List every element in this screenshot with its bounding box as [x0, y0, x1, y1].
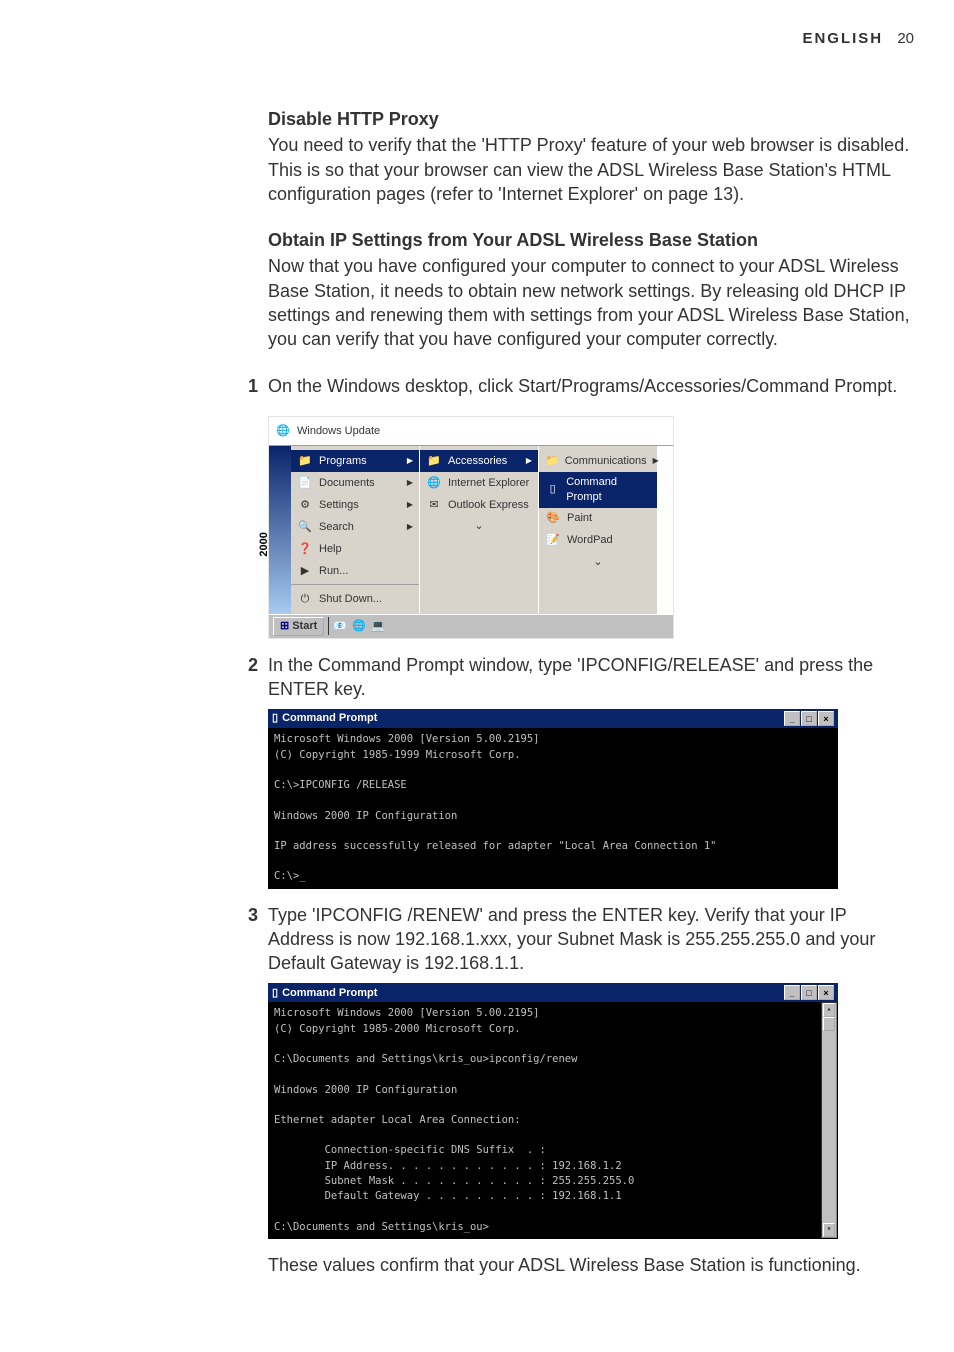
scrollbar[interactable]: ▴ ▾ — [821, 1002, 837, 1237]
step-1-text: On the Windows desktop, click Start/Prog… — [268, 374, 914, 398]
terminal-output[interactable]: Microsoft Windows 2000 [Version 5.00.219… — [268, 728, 838, 888]
menu-item-accessories[interactable]: 📁Accessories▶ — [420, 450, 538, 472]
menu-item-documents[interactable]: 📄Documents▶ — [291, 472, 419, 494]
terminal-icon: ▯ — [545, 482, 560, 498]
menu-item-settings[interactable]: ⚙Settings▶ — [291, 494, 419, 516]
menu-item-command-prompt[interactable]: ▯Command Prompt — [539, 472, 657, 508]
screenshot-start-menu: 🌐 Windows Update Windows 2000 Profession… — [268, 416, 674, 639]
screenshot-cmd-renew: ▯ Command Prompt _ □ × Microsoft Windows… — [268, 983, 838, 1238]
scroll-down-icon[interactable]: ▾ — [823, 1223, 835, 1237]
tray-icon[interactable]: 📧 — [333, 619, 348, 634]
menu-item-ie[interactable]: 🌐Internet Explorer — [420, 472, 538, 494]
run-icon: ▶ — [297, 563, 313, 579]
mail-icon: ✉ — [426, 497, 442, 513]
maximize-button[interactable]: □ — [801, 985, 817, 1000]
chevron-right-icon: ▶ — [407, 478, 413, 489]
scroll-up-icon[interactable]: ▴ — [823, 1003, 835, 1017]
menu-item-outlook[interactable]: ✉Outlook Express — [420, 494, 538, 516]
menu-expand[interactable]: ⌄ — [539, 552, 657, 573]
language-label: ENGLISH — [802, 30, 883, 47]
ie-icon: 🌐 — [426, 475, 442, 491]
menu-item-run[interactable]: ▶Run... — [291, 560, 419, 582]
close-button[interactable]: × — [818, 985, 834, 1000]
screenshot-cmd-release: ▯ Command Prompt _ □ × Microsoft Windows… — [268, 709, 838, 888]
scroll-thumb[interactable] — [823, 1017, 835, 1031]
step-1-number: 1 — [248, 374, 268, 398]
window-titlebar[interactable]: ▯ Command Prompt _ □ × — [268, 983, 838, 1002]
windows-logo-icon: ⊞ — [280, 619, 289, 634]
footer-note: These values confirm that your ADSL Wire… — [268, 1253, 914, 1277]
taskbar-separator — [328, 617, 329, 635]
menu-item-communications[interactable]: 📁Communications▶ — [539, 450, 657, 472]
search-icon: 🔍 — [297, 519, 313, 535]
chevron-right-icon: ▶ — [526, 456, 532, 467]
tray-icon[interactable]: 💻 — [371, 619, 386, 634]
folder-icon: 📁 — [426, 453, 442, 469]
paint-icon: 🎨 — [545, 511, 561, 527]
globe-icon: 🌐 — [275, 423, 291, 439]
menu-label: Windows Update — [297, 424, 380, 439]
step-3-number: 3 — [248, 903, 268, 927]
menu-item-windows-update[interactable]: 🌐 Windows Update — [269, 417, 673, 446]
section-obtain-ip-title: Obtain IP Settings from Your ADSL Wirele… — [268, 228, 914, 252]
taskbar: ⊞Start 📧 🌐 💻 — [269, 614, 673, 638]
terminal-icon: ▯ — [272, 711, 278, 726]
menu-item-wordpad[interactable]: 📝WordPad — [539, 530, 657, 552]
page-number: 20 — [897, 30, 914, 47]
start-button[interactable]: ⊞Start — [273, 617, 324, 636]
maximize-button[interactable]: □ — [801, 711, 817, 726]
window-title: Command Prompt — [282, 711, 377, 726]
close-button[interactable]: × — [818, 711, 834, 726]
minimize-button[interactable]: _ — [784, 985, 800, 1000]
menu-item-help[interactable]: ❓Help — [291, 538, 419, 560]
gear-icon: ⚙ — [297, 497, 313, 513]
folder-icon: 📁 — [297, 453, 313, 469]
menu-expand[interactable]: ⌄ — [420, 516, 538, 537]
chevron-right-icon: ▶ — [407, 456, 413, 467]
tray-icon[interactable]: 🌐 — [352, 619, 367, 634]
menu-item-shutdown[interactable]: ⏻Shut Down... — [291, 588, 419, 610]
folder-icon: 📁 — [545, 453, 559, 469]
chevron-right-icon: ▶ — [407, 500, 413, 511]
step-2-number: 2 — [248, 653, 268, 677]
start-menu-side-banner: Windows 2000 Professional — [269, 446, 291, 614]
section-disable-proxy-title: Disable HTTP Proxy — [268, 107, 914, 131]
chevron-right-icon: ▶ — [653, 456, 659, 467]
power-icon: ⏻ — [297, 591, 313, 607]
wordpad-icon: 📝 — [545, 533, 561, 549]
chevron-down-icon: ⌄ — [593, 555, 602, 570]
section-disable-proxy-body: You need to verify that the 'HTTP Proxy'… — [268, 133, 914, 206]
document-icon: 📄 — [297, 475, 313, 491]
chevron-right-icon: ▶ — [407, 522, 413, 533]
page-header: ENGLISH 20 — [56, 30, 914, 47]
help-icon: ❓ — [297, 541, 313, 557]
menu-divider — [291, 584, 419, 586]
step-3-text: Type 'IPCONFIG /RENEW' and press the ENT… — [268, 903, 914, 976]
section-obtain-ip-body: Now that you have configured your comput… — [268, 254, 914, 351]
terminal-output[interactable]: Microsoft Windows 2000 [Version 5.00.219… — [268, 1002, 838, 1238]
menu-item-search[interactable]: 🔍Search▶ — [291, 516, 419, 538]
window-titlebar[interactable]: ▯ Command Prompt _ □ × — [268, 709, 838, 728]
window-title: Command Prompt — [282, 986, 377, 1001]
menu-item-programs[interactable]: 📁Programs▶ — [291, 450, 419, 472]
chevron-down-icon: ⌄ — [474, 519, 483, 534]
menu-item-paint[interactable]: 🎨Paint — [539, 508, 657, 530]
minimize-button[interactable]: _ — [784, 711, 800, 726]
terminal-icon: ▯ — [272, 986, 278, 1001]
step-2-text: In the Command Prompt window, type 'IPCO… — [268, 653, 914, 702]
